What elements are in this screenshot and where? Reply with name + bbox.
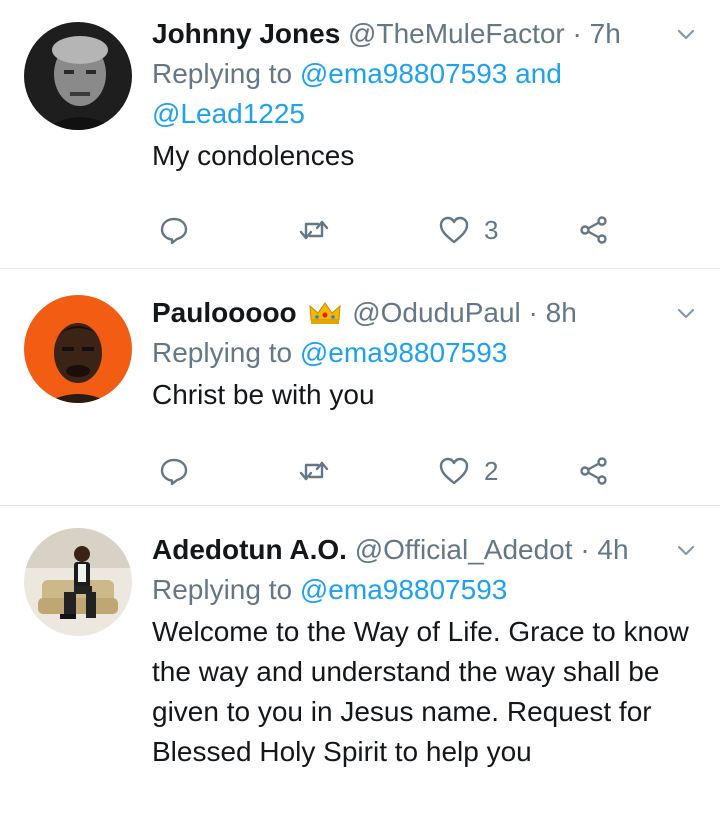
user-name[interactable]: Adedotun A.O. (152, 534, 347, 565)
share-button[interactable] (578, 451, 610, 491)
like-icon (439, 216, 469, 244)
replying-prefix: Replying to (152, 58, 293, 89)
separator: · (580, 534, 590, 565)
user-name[interactable]: Johnny Jones (152, 18, 340, 49)
replying-to: Replying to @ema98807593 (152, 570, 700, 610)
tweet-content: Adedotun A.O. @Official_Adedot · 4h Repl… (152, 530, 700, 772)
separator: · (572, 18, 582, 49)
replying-prefix: Replying to (152, 337, 293, 368)
share-icon (580, 457, 607, 485)
like-button[interactable]: 3 (438, 210, 498, 250)
retweet-icon (299, 220, 329, 240)
caret-down-icon[interactable] (674, 538, 698, 562)
caret-down-icon[interactable] (674, 301, 698, 325)
mention-link[interactable]: @ema98807593 (300, 574, 507, 605)
retweet-button[interactable] (298, 451, 330, 491)
user-name[interactable]: Paulooooo (152, 297, 297, 328)
timestamp[interactable]: 7h (590, 18, 621, 49)
replying-to: Replying to @ema98807593 (152, 333, 700, 373)
reply-button[interactable] (158, 210, 190, 250)
reply-icon (160, 458, 188, 486)
replying-to: Replying to @ema98807593 and @Lead1225 (152, 54, 700, 134)
tweet-text: My condolences (152, 140, 355, 171)
tweet-text: Christ be with you (152, 379, 375, 410)
tweet[interactable]: Adedotun A.O. @Official_Adedot · 4h Repl… (0, 506, 720, 815)
mention-link[interactable]: @ema98807593 (300, 337, 507, 368)
like-count: 2 (484, 455, 499, 486)
reply-button[interactable] (158, 451, 190, 491)
like-icon (439, 457, 469, 485)
crown-emoji-icon (308, 297, 342, 337)
replying-prefix: Replying to (152, 574, 293, 605)
share-button[interactable] (578, 210, 610, 250)
like-count: 3 (484, 214, 499, 245)
share-icon (580, 216, 607, 244)
retweet-icon (299, 461, 329, 481)
like-button[interactable]: 2 (438, 451, 498, 491)
avatar[interactable] (24, 295, 132, 403)
reply-icon (160, 217, 188, 245)
tweet[interactable]: Johnny Jones @TheMuleFactor · 7h Replyin… (0, 0, 720, 269)
tweet[interactable]: Paulooooo @OduduPaul · 8h Replying to @e… (0, 269, 720, 506)
retweet-button[interactable] (298, 210, 330, 250)
tweet-content: Paulooooo @OduduPaul · 8h Replying to @e… (152, 293, 700, 415)
timestamp[interactable]: 4h (597, 534, 628, 565)
tweet-header: Johnny Jones @TheMuleFactor · 7h (152, 14, 700, 54)
action-bar: 3 (152, 210, 700, 250)
user-handle[interactable]: @OduduPaul (352, 297, 521, 328)
separator: · (528, 297, 538, 328)
user-handle[interactable]: @Official_Adedot (355, 534, 573, 565)
action-bar: 2 (152, 451, 700, 491)
tweet-content: Johnny Jones @TheMuleFactor · 7h Replyin… (152, 14, 700, 176)
avatar[interactable] (24, 528, 132, 636)
tweet-header: Adedotun A.O. @Official_Adedot · 4h (152, 530, 700, 570)
user-handle[interactable]: @TheMuleFactor (348, 18, 565, 49)
avatar[interactable] (24, 22, 132, 130)
caret-down-icon[interactable] (674, 22, 698, 46)
timestamp[interactable]: 8h (546, 297, 577, 328)
tweet-header: Paulooooo @OduduPaul · 8h (152, 293, 700, 333)
tweet-text: Welcome to the Way of Life. Grace to kno… (152, 616, 689, 767)
